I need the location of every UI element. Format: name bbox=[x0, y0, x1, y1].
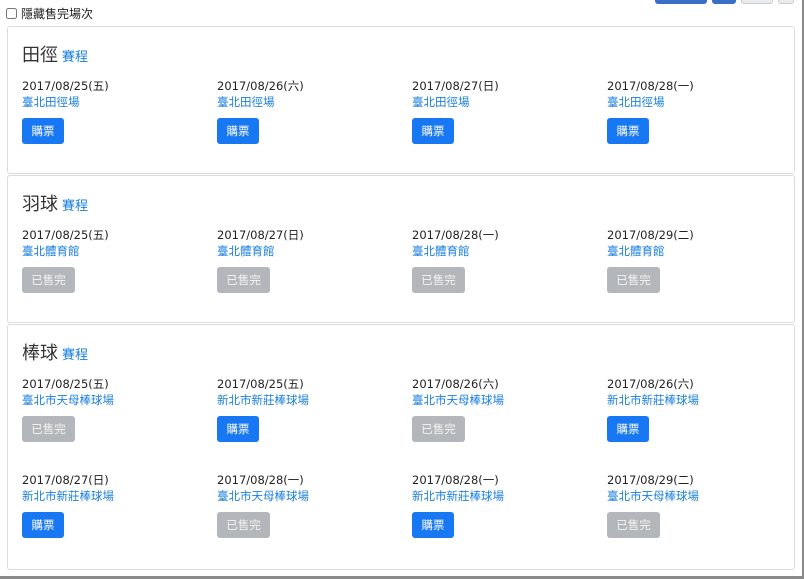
buy-ticket-button[interactable]: 購票 bbox=[217, 118, 259, 144]
sport-title: 田徑 賽程 bbox=[22, 41, 88, 67]
sold-out-button: 已售完 bbox=[412, 416, 465, 442]
event-item: 2017/08/28(一) 臺北田徑場購票 bbox=[607, 78, 797, 148]
event-venue-link[interactable]: 新北市新莊棒球場 bbox=[607, 392, 797, 408]
sport-title: 羽球 賽程 bbox=[22, 190, 88, 216]
sport-name: 棒球 bbox=[22, 343, 58, 364]
sold-out-button: 已售完 bbox=[607, 267, 660, 293]
event-item: 2017/08/25(五) 臺北市天母棒球場已售完 bbox=[22, 376, 212, 446]
event-date: 2017/08/25(五) bbox=[217, 377, 304, 391]
event-date: 2017/08/28(一) bbox=[412, 228, 499, 242]
buy-ticket-button[interactable]: 購票 bbox=[607, 118, 649, 144]
buy-ticket-button[interactable]: 購票 bbox=[22, 118, 64, 144]
event-item: 2017/08/28(一) 臺北體育館已售完 bbox=[412, 227, 602, 297]
event-item: 2017/08/29(二) 臺北體育館已售完 bbox=[607, 227, 797, 297]
sold-out-button: 已售完 bbox=[22, 267, 75, 293]
top-secondary-button[interactable] bbox=[712, 0, 736, 4]
event-date: 2017/08/29(二) bbox=[607, 473, 694, 487]
event-date: 2017/08/28(一) bbox=[217, 473, 304, 487]
event-date: 2017/08/28(一) bbox=[607, 79, 694, 93]
event-date: 2017/08/27(日) bbox=[22, 473, 109, 487]
event-venue-link[interactable]: 臺北體育館 bbox=[607, 243, 797, 259]
top-light-button[interactable] bbox=[741, 0, 773, 4]
event-venue-link[interactable]: 臺北市天母棒球場 bbox=[607, 488, 797, 504]
event-venue-link[interactable]: 新北市新莊棒球場 bbox=[217, 392, 407, 408]
sport-card: 棒球 賽程 2017/08/25(五) 臺北市天母棒球場 已售完 2017/08/25(五… bbox=[7, 324, 795, 570]
event-venue-link[interactable]: 臺北田徑場 bbox=[607, 94, 797, 110]
event-item: 2017/08/27(日) 臺北田徑場購票 bbox=[412, 78, 602, 148]
event-item: 2017/08/26(六) 臺北田徑場購票 bbox=[217, 78, 407, 148]
schedule-link[interactable]: 賽程 bbox=[62, 50, 88, 65]
buy-ticket-button[interactable]: 購票 bbox=[217, 416, 259, 442]
event-item: 2017/08/25(五) 新北市新莊棒球場購票 bbox=[217, 376, 407, 446]
event-date: 2017/08/29(二) bbox=[607, 228, 694, 242]
event-date: 2017/08/25(五) bbox=[22, 79, 109, 93]
sold-out-button: 已售完 bbox=[412, 267, 465, 293]
top-bar: 隱藏售完場次 bbox=[0, 0, 802, 24]
event-date: 2017/08/25(五) bbox=[22, 377, 109, 391]
sold-out-button: 已售完 bbox=[217, 512, 270, 538]
event-venue-link[interactable]: 臺北田徑場 bbox=[22, 94, 212, 110]
event-date: 2017/08/27(日) bbox=[217, 228, 304, 242]
event-date: 2017/08/26(六) bbox=[217, 79, 304, 93]
event-date: 2017/08/27(日) bbox=[412, 79, 499, 93]
sport-card: 田徑 賽程 2017/08/25(五) 臺北田徑場 購票 2017/08/26(六) 臺北田… bbox=[7, 26, 795, 174]
top-button-group bbox=[655, 0, 794, 4]
schedule-link[interactable]: 賽程 bbox=[62, 199, 88, 214]
event-item: 2017/08/27(日) 新北市新莊棒球場購票 bbox=[22, 472, 212, 542]
event-item: 2017/08/25(五) 臺北田徑場購票 bbox=[22, 78, 212, 148]
buy-ticket-button[interactable]: 購票 bbox=[22, 512, 64, 538]
top-light-button-small[interactable] bbox=[778, 0, 794, 4]
event-date: 2017/08/25(五) bbox=[22, 228, 109, 242]
event-item: 2017/08/26(六) 新北市新莊棒球場購票 bbox=[607, 376, 797, 446]
event-venue-link[interactable]: 臺北田徑場 bbox=[412, 94, 602, 110]
event-venue-link[interactable]: 臺北市天母棒球場 bbox=[22, 392, 212, 408]
buy-ticket-button[interactable]: 購票 bbox=[607, 416, 649, 442]
sold-out-button: 已售完 bbox=[607, 512, 660, 538]
buy-ticket-button[interactable]: 購票 bbox=[412, 512, 454, 538]
event-item: 2017/08/27(日) 臺北體育館已售完 bbox=[217, 227, 407, 297]
buy-ticket-button[interactable]: 購票 bbox=[412, 118, 454, 144]
event-venue-link[interactable]: 臺北市天母棒球場 bbox=[412, 392, 602, 408]
event-venue-link[interactable]: 臺北田徑場 bbox=[217, 94, 407, 110]
sport-card: 羽球 賽程 2017/08/25(五) 臺北體育館 已售完 2017/08/27(日) 臺北… bbox=[7, 175, 795, 323]
event-date: 2017/08/26(六) bbox=[412, 377, 499, 391]
event-item: 2017/08/25(五) 臺北體育館已售完 bbox=[22, 227, 212, 297]
sport-name: 田徑 bbox=[22, 45, 58, 66]
sold-out-button: 已售完 bbox=[217, 267, 270, 293]
event-venue-link[interactable]: 新北市新莊棒球場 bbox=[412, 488, 602, 504]
event-venue-link[interactable]: 臺北體育館 bbox=[22, 243, 212, 259]
hide-sold-out-toggle[interactable]: 隱藏售完場次 bbox=[6, 5, 93, 22]
sold-out-button: 已售完 bbox=[22, 416, 75, 442]
event-item: 2017/08/28(一) 臺北市天母棒球場已售完 bbox=[217, 472, 407, 542]
sport-title: 棒球 賽程 bbox=[22, 339, 88, 365]
event-venue-link[interactable]: 臺北體育館 bbox=[412, 243, 602, 259]
schedule-link[interactable]: 賽程 bbox=[62, 348, 88, 363]
event-item: 2017/08/26(六) 臺北市天母棒球場已售完 bbox=[412, 376, 602, 446]
event-item: 2017/08/29(二) 臺北市天母棒球場已售完 bbox=[607, 472, 797, 542]
sport-name: 羽球 bbox=[22, 194, 58, 215]
event-item: 2017/08/28(一) 新北市新莊棒球場購票 bbox=[412, 472, 602, 542]
top-primary-button[interactable] bbox=[655, 0, 707, 4]
event-date: 2017/08/26(六) bbox=[607, 377, 694, 391]
event-venue-link[interactable]: 新北市新莊棒球場 bbox=[22, 488, 212, 504]
hide-sold-out-label: 隱藏售完場次 bbox=[21, 7, 94, 21]
event-date: 2017/08/28(一) bbox=[412, 473, 499, 487]
hide-sold-out-checkbox[interactable] bbox=[6, 8, 17, 19]
event-venue-link[interactable]: 臺北體育館 bbox=[217, 243, 407, 259]
event-venue-link[interactable]: 臺北市天母棒球場 bbox=[217, 488, 407, 504]
